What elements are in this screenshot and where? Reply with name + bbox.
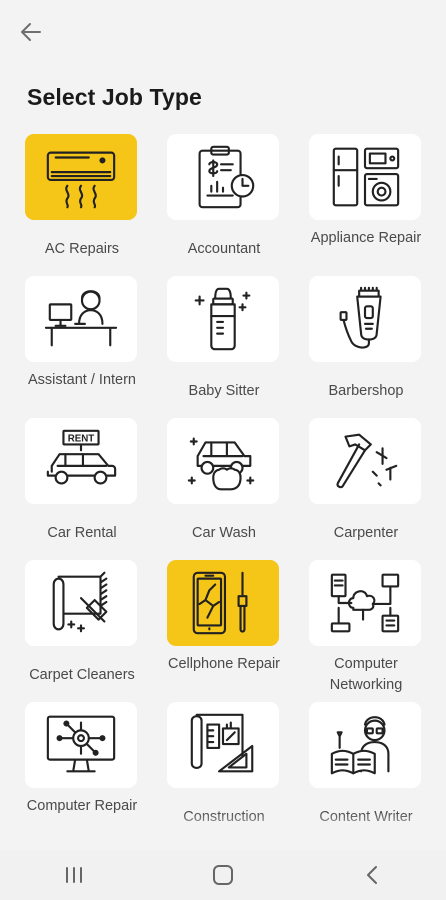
- job-tile-ac-repairs[interactable]: AC Repairs: [25, 134, 139, 260]
- job-type-grid: AC Repairs Accountant Appliance Repair A…: [0, 134, 446, 838]
- tile-icon-box: [25, 702, 137, 788]
- job-tile-accountant[interactable]: Accountant: [167, 134, 281, 260]
- home-icon: [212, 865, 233, 885]
- job-tile-construction[interactable]: Construction: [167, 702, 281, 828]
- monitor-circuit-icon: [46, 715, 116, 773]
- car-wash-icon: [187, 437, 255, 491]
- tile-icon-box: [25, 134, 137, 220]
- svg-text:RENT: RENT: [68, 434, 95, 445]
- tile-icon-box: [25, 276, 137, 362]
- tile-icon-box: [25, 560, 137, 646]
- job-tile-carpenter[interactable]: Carpenter: [309, 418, 423, 544]
- job-label: Assistant / Intern: [28, 372, 136, 388]
- home-button[interactable]: [193, 855, 253, 895]
- job-label: Barbershop: [328, 383, 404, 399]
- job-label: Cellphone Repair: [167, 656, 281, 672]
- job-tile-appliance-repair[interactable]: Appliance Repair: [309, 134, 423, 249]
- job-label: Carpet Cleaners: [29, 667, 135, 683]
- person-desk-icon: [44, 290, 118, 347]
- rent-car-icon: RENT: [46, 429, 117, 485]
- recents-icon: [66, 867, 83, 883]
- arrow-left-icon: [21, 23, 41, 41]
- job-label: Baby Sitter: [188, 383, 260, 399]
- job-label: Computer Networking: [329, 656, 403, 693]
- tile-icon-box: [309, 276, 421, 362]
- job-label: Car Wash: [192, 525, 256, 541]
- back-chevron-icon: [366, 866, 377, 884]
- job-label: AC Repairs: [44, 241, 120, 257]
- system-nav-bar: [0, 850, 446, 900]
- blueprint-ruler-icon: [190, 713, 254, 773]
- job-tile-content-writer[interactable]: Content Writer: [309, 702, 423, 828]
- broken-phone-screwdriver-icon: [192, 571, 248, 635]
- job-tile-cellphone-repair[interactable]: Cellphone Repair: [167, 560, 281, 675]
- clipboard-dollar-icon: [198, 145, 255, 209]
- air-conditioner-icon: [46, 151, 116, 209]
- tile-icon-box: [167, 134, 279, 220]
- scroll-fade: [0, 812, 446, 838]
- baby-bottle-icon: [194, 287, 251, 351]
- tile-icon-box: [309, 134, 421, 220]
- carpet-brush-icon: [52, 571, 108, 633]
- job-tile-computer-networking[interactable]: Computer Networking: [309, 560, 423, 696]
- select-job-type-screen: Select Job Type AC Repairs Accountant Ap…: [0, 0, 446, 900]
- job-tile-car-rental[interactable]: RENT Car Rental: [25, 418, 139, 544]
- job-tile-computer-repair[interactable]: Computer Repair: [25, 702, 139, 817]
- system-back-button[interactable]: [342, 855, 402, 895]
- hammer-nails-icon: [336, 433, 398, 489]
- tile-icon-box: [309, 560, 421, 646]
- fridge-washer-icon: [332, 147, 400, 207]
- tile-icon-box: [309, 418, 421, 504]
- job-tile-barbershop[interactable]: Barbershop: [309, 276, 423, 402]
- job-tile-assistant-intern[interactable]: Assistant / Intern: [25, 276, 139, 391]
- job-tile-carpet-cleaners[interactable]: Carpet Cleaners: [25, 560, 139, 686]
- hair-clipper-icon: [339, 286, 382, 349]
- tile-icon-box: [167, 418, 279, 504]
- tile-icon-box: RENT: [25, 418, 137, 504]
- tile-icon-box: [167, 560, 279, 646]
- job-tile-baby-sitter[interactable]: Baby Sitter: [167, 276, 281, 402]
- recents-button[interactable]: [44, 855, 104, 895]
- page-title: Select Job Type: [27, 84, 202, 110]
- job-label: Appliance Repair: [310, 230, 422, 246]
- tile-icon-box: [167, 702, 279, 788]
- tile-icon-box: [167, 276, 279, 362]
- cloud-network-icon: [330, 573, 400, 633]
- back-button[interactable]: [14, 16, 48, 48]
- job-label: Car Rental: [47, 525, 117, 541]
- job-label: Accountant: [187, 241, 261, 257]
- job-tile-car-wash[interactable]: Car Wash: [167, 418, 281, 544]
- tile-icon-box: [309, 702, 421, 788]
- writer-book-icon: [330, 716, 390, 775]
- job-label: Carpenter: [333, 525, 399, 541]
